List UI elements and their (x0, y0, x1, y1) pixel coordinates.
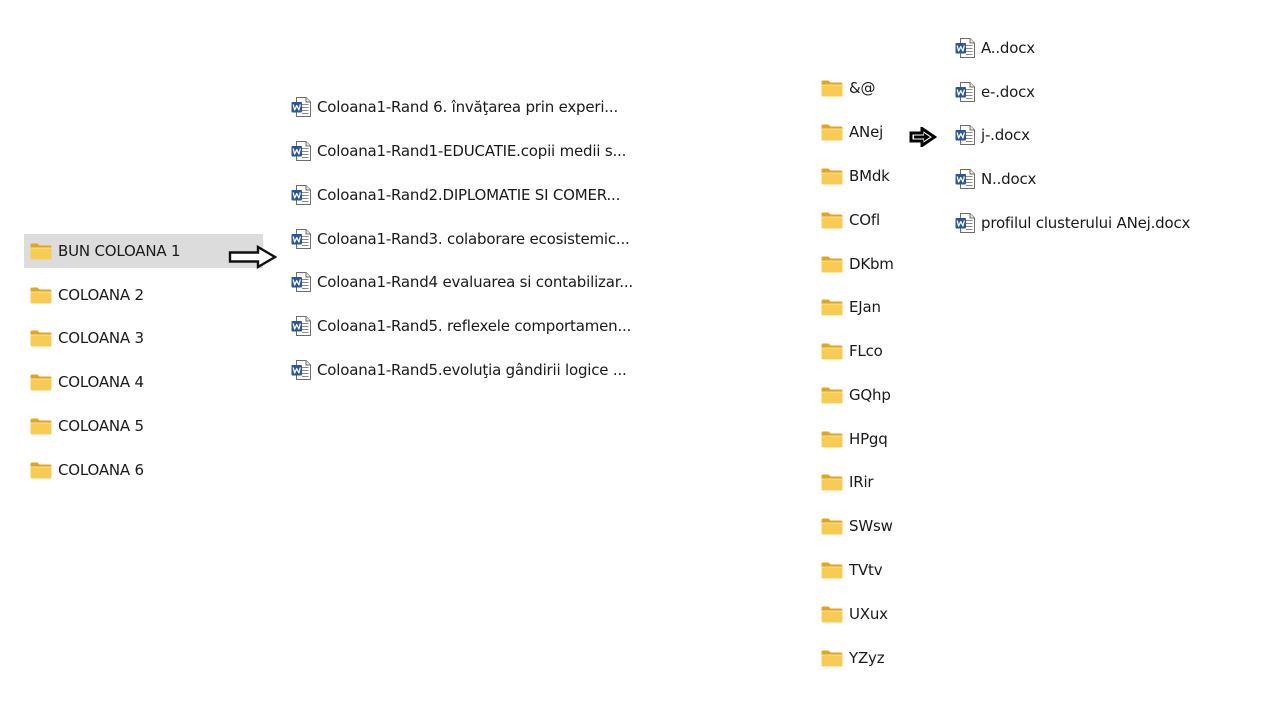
folder-icon (821, 299, 843, 316)
folder-item[interactable]: COfl (818, 203, 880, 237)
folder-item[interactable]: IRir (818, 465, 874, 499)
word-document-icon (291, 97, 311, 117)
folder-icon (30, 330, 52, 347)
folder-icon (821, 518, 843, 535)
folder-item[interactable]: DKbm (818, 247, 894, 281)
folder-label: TVtv (849, 561, 883, 579)
folder-item[interactable]: GQhp (818, 378, 891, 412)
word-document-icon (291, 141, 311, 161)
folder-item-coloana-5[interactable]: COLOANA 5 (24, 409, 263, 443)
folder-label: BMdk (849, 167, 890, 185)
word-document-icon (955, 82, 975, 102)
folder-item[interactable]: SWsw (818, 509, 893, 543)
file-label: Coloana1-Rand5. reflexele comportamen... (317, 317, 632, 335)
folder-icon (821, 212, 843, 229)
folder-icon (30, 243, 52, 260)
file-label: Coloana1-Rand5.evoluţia gândirii logice … (317, 361, 627, 379)
folder-label: &@ (849, 79, 876, 97)
file-label: Coloana1-Rand1-EDUCATIE.copii medii s... (317, 142, 627, 160)
folder-label: DKbm (849, 255, 894, 273)
folder-icon (821, 606, 843, 623)
folder-icon (30, 374, 52, 391)
folder-label: IRir (849, 473, 874, 491)
folder-icon (30, 462, 52, 479)
folder-label: SWsw (849, 517, 893, 535)
file-label: Coloana1-Rand2.DIPLOMATIE SI COMER... (317, 186, 621, 204)
file-item[interactable]: j-.docx (952, 118, 1030, 152)
folder-item[interactable]: TVtv (818, 553, 883, 587)
file-item[interactable]: A..docx (952, 31, 1035, 65)
file-item[interactable]: e-.docx (952, 75, 1035, 109)
file-item[interactable]: Coloana1-Rand 6. învăţarea prin experi..… (288, 90, 618, 124)
folder-item-coloana-4[interactable]: COLOANA 4 (24, 365, 263, 399)
folder-label: COLOANA 2 (58, 286, 144, 304)
folder-label: FLco (849, 342, 883, 360)
file-label: j-.docx (981, 126, 1030, 144)
file-label: A..docx (981, 39, 1035, 57)
word-document-icon (291, 316, 311, 336)
folder-label: GQhp (849, 386, 891, 404)
folder-label: UXux (849, 605, 888, 623)
file-item[interactable]: Coloana1-Rand5.evoluţia gândirii logice … (288, 353, 627, 387)
folder-label: COLOANA 5 (58, 417, 144, 435)
file-label: N..docx (981, 170, 1037, 188)
folder-label: BUN COLOANA 1 (58, 242, 181, 260)
file-label: profilul clusterului ANej.docx (981, 214, 1191, 232)
folder-label: COLOANA 4 (58, 373, 144, 391)
file-item[interactable]: profilul clusterului ANej.docx (952, 206, 1190, 240)
file-item[interactable]: N..docx (952, 162, 1036, 196)
folder-icon (30, 287, 52, 304)
folder-item[interactable]: BMdk (818, 159, 890, 193)
file-label: Coloana1-Rand3. colaborare ecosistemic..… (317, 230, 630, 248)
folder-icon (821, 650, 843, 667)
word-document-icon (955, 38, 975, 58)
word-document-icon (291, 185, 311, 205)
folder-label: YZyz (849, 649, 885, 667)
folder-item[interactable]: YZyz (818, 641, 885, 675)
word-document-icon (955, 125, 975, 145)
folder-icon (821, 343, 843, 360)
folder-icon (821, 168, 843, 185)
folder-item[interactable]: UXux (818, 597, 888, 631)
folder-icon (821, 431, 843, 448)
file-label: e-.docx (981, 83, 1035, 101)
folder-item-coloana-2[interactable]: COLOANA 2 (24, 278, 263, 312)
folder-label: COfl (849, 211, 880, 229)
folder-label: EJan (849, 298, 881, 316)
folder-item[interactable]: &@ (818, 71, 875, 105)
folder-item-coloana-6[interactable]: COLOANA 6 (24, 453, 263, 487)
file-label: Coloana1-Rand4 evaluarea si contabilizar… (317, 273, 633, 291)
folder-label: ANej (849, 123, 884, 141)
folder-label: HPgq (849, 430, 888, 448)
folder-item[interactable]: EJan (818, 290, 881, 324)
folder-item[interactable]: FLco (818, 334, 883, 368)
outline-arrow-icon (228, 245, 278, 269)
folder-icon (821, 256, 843, 273)
folder-label: COLOANA 3 (58, 329, 144, 347)
folder-label: COLOANA 6 (58, 461, 144, 479)
folder-icon (821, 562, 843, 579)
word-document-icon (291, 229, 311, 249)
word-document-icon (955, 169, 975, 189)
word-document-icon (291, 360, 311, 380)
file-item[interactable]: Coloana1-Rand1-EDUCATIE.copii medii s... (288, 134, 626, 168)
folder-icon (30, 418, 52, 435)
folder-icon (821, 387, 843, 404)
file-label: Coloana1-Rand 6. învăţarea prin experi..… (317, 98, 619, 116)
file-item[interactable]: Coloana1-Rand2.DIPLOMATIE SI COMER... (288, 178, 620, 212)
word-document-icon (955, 213, 975, 233)
folder-item-coloana-3[interactable]: COLOANA 3 (24, 321, 263, 355)
folder-icon (821, 80, 843, 97)
file-item[interactable]: Coloana1-Rand4 evaluarea si contabilizar… (288, 265, 633, 299)
folder-item[interactable]: HPgq (818, 422, 888, 456)
word-document-icon (291, 272, 311, 292)
folder-icon (821, 124, 843, 141)
file-item[interactable]: Coloana1-Rand5. reflexele comportamen... (288, 309, 631, 343)
solid-arrow-icon (909, 127, 937, 147)
file-item[interactable]: Coloana1-Rand3. colaborare ecosistemic..… (288, 222, 630, 256)
folder-item-anej[interactable]: ANej (818, 115, 883, 149)
folder-icon (821, 474, 843, 491)
